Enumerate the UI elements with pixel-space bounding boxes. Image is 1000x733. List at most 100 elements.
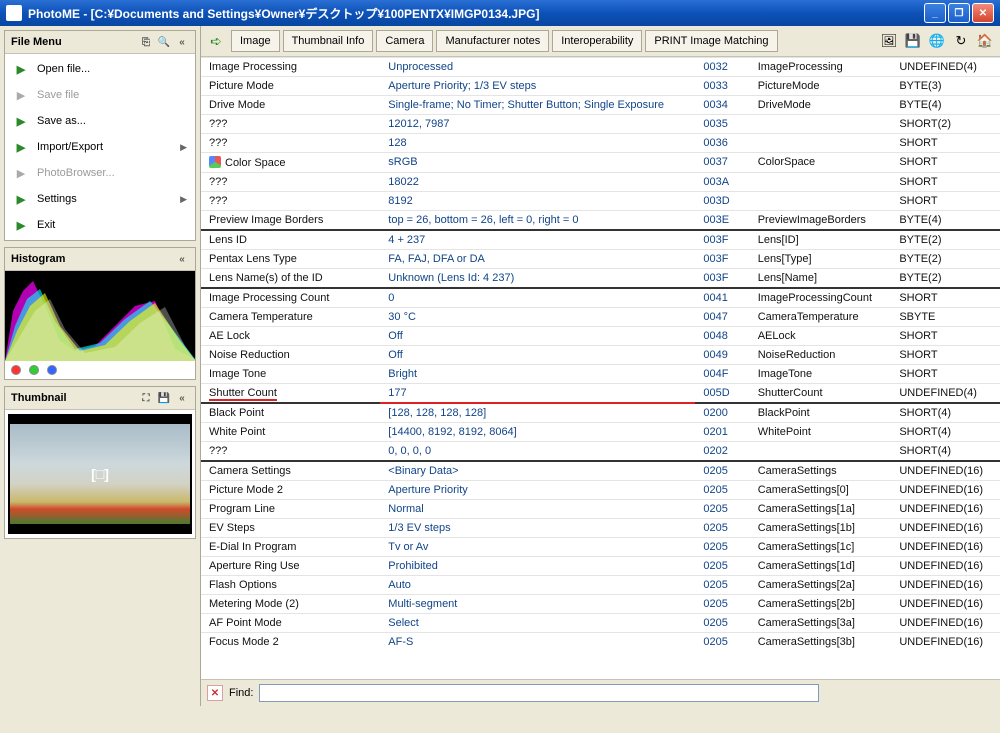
menu-item-open-file[interactable]: ▶Open file... — [5, 56, 195, 82]
row-ifd: CameraTemperature — [750, 308, 892, 327]
blue-channel-dot[interactable] — [47, 365, 57, 375]
table-row[interactable]: Image ProcessingUnprocessed0032ImageProc… — [201, 58, 1000, 77]
table-row[interactable]: Aperture Ring UseProhibited0205CameraSet… — [201, 557, 1000, 576]
row-value: 18022 — [380, 173, 695, 192]
table-row[interactable]: Lens Name(s) of the IDUnknown (Lens Id: … — [201, 269, 1000, 289]
table-row[interactable]: Picture ModeAperture Priority; 1/3 EV st… — [201, 77, 1000, 96]
table-row[interactable]: Noise ReductionOff0049NoiseReductionSHOR… — [201, 346, 1000, 365]
file-menu-title: File Menu — [11, 36, 62, 48]
row-name: Flash Options — [209, 579, 277, 591]
menu-item-import-export[interactable]: ▶Import/Export▶ — [5, 134, 195, 160]
row-value: Unknown (Lens Id: 4 237) — [380, 269, 695, 289]
close-button[interactable]: ✕ — [972, 3, 994, 23]
table-row[interactable]: Image Processing Count00041ImageProcessi… — [201, 288, 1000, 308]
menu-item-label: PhotoBrowser... — [37, 167, 115, 179]
tab-thumbnail-info[interactable]: Thumbnail Info — [283, 30, 374, 52]
row-value: Off — [380, 346, 695, 365]
row-ifd: CameraSettings[0] — [750, 481, 892, 500]
green-channel-dot[interactable] — [29, 365, 39, 375]
row-ifd: PreviewImageBorders — [750, 211, 892, 231]
submenu-arrow-icon: ▶ — [180, 142, 187, 153]
row-name: Image Processing Count — [209, 292, 329, 304]
save-thumb-icon[interactable]: 💾 — [157, 391, 171, 405]
collapse-icon[interactable]: « — [175, 252, 189, 266]
thumbnail-image[interactable]: [□] — [8, 414, 192, 534]
table-row[interactable]: Black Point[128, 128, 128, 128]0200Black… — [201, 403, 1000, 423]
row-name: Picture Mode 2 — [209, 484, 283, 496]
search-icon[interactable]: 🔍 — [157, 35, 171, 49]
row-name: Aperture Ring Use — [209, 560, 300, 572]
table-row[interactable]: E-Dial In ProgramTv or Av0205CameraSetti… — [201, 538, 1000, 557]
menu-item-save-as[interactable]: ▶Save as... — [5, 108, 195, 134]
row-value: Single-frame; No Timer; Shutter Button; … — [380, 96, 695, 115]
row-tag: 0032 — [695, 58, 749, 77]
table-row[interactable]: Camera Temperature30 °C0047CameraTempera… — [201, 308, 1000, 327]
table-row[interactable]: EV Steps1/3 EV steps0205CameraSettings[1… — [201, 519, 1000, 538]
table-row[interactable]: Picture Mode 2Aperture Priority0205Camer… — [201, 481, 1000, 500]
close-findbar-button[interactable]: ✕ — [207, 685, 223, 701]
row-tag: 0205 — [695, 519, 749, 538]
menu-item-exit[interactable]: ▶Exit — [5, 212, 195, 238]
row-tag: 0048 — [695, 327, 749, 346]
table-row[interactable]: Metering Mode (2)Multi-segment0205Camera… — [201, 595, 1000, 614]
table-row[interactable]: AE LockOff0048AELockSHORT — [201, 327, 1000, 346]
row-name: Noise Reduction — [209, 349, 290, 361]
row-type: UNDEFINED(16) — [891, 633, 1000, 652]
row-ifd: ColorSpace — [750, 153, 892, 173]
red-channel-dot[interactable] — [11, 365, 21, 375]
row-ifd — [750, 442, 892, 462]
home-icon[interactable]: 🏠 — [976, 32, 994, 50]
menu-item-settings[interactable]: ▶Settings▶ — [5, 186, 195, 212]
row-tag: 0205 — [695, 595, 749, 614]
maximize-button[interactable]: ❐ — [948, 3, 970, 23]
tab-manufacturer-notes[interactable]: Manufacturer notes — [436, 30, 549, 52]
table-row[interactable]: Pentax Lens TypeFA, FAJ, DFA or DA003FLe… — [201, 250, 1000, 269]
table-row[interactable]: Lens ID4 + 237003FLens[ID]BYTE(2) — [201, 230, 1000, 250]
tab-print-image-matching[interactable]: PRINT Image Matching — [645, 30, 777, 52]
minimize-button[interactable]: _ — [924, 3, 946, 23]
table-row[interactable]: Camera Settings<Binary Data>0205CameraSe… — [201, 461, 1000, 481]
row-tag: 0205 — [695, 481, 749, 500]
table-row[interactable]: ???0, 0, 0, 00202SHORT(4) — [201, 442, 1000, 462]
collapse-icon[interactable]: « — [175, 35, 189, 49]
tab-camera[interactable]: Camera — [376, 30, 433, 52]
row-value: Aperture Priority; 1/3 EV steps — [380, 77, 695, 96]
tab-toolbar: ➪ ImageThumbnail InfoCameraManufacturer … — [201, 26, 1000, 57]
save-icon[interactable]: 💾 — [904, 32, 922, 50]
row-name: ??? — [209, 176, 227, 188]
table-row[interactable]: AF Point ModeSelect0205CameraSettings[3a… — [201, 614, 1000, 633]
collapse-icon[interactable]: « — [175, 391, 189, 405]
table-row[interactable]: Focus Mode 2AF-S0205CameraSettings[3b]UN… — [201, 633, 1000, 652]
row-name: Black Point — [209, 407, 264, 419]
table-row[interactable]: Flash OptionsAuto0205CameraSettings[2a]U… — [201, 576, 1000, 595]
exif-table: Image ProcessingUnprocessed0032ImageProc… — [201, 57, 1000, 651]
table-row[interactable]: Program LineNormal0205CameraSettings[1a]… — [201, 500, 1000, 519]
exif-table-scroll[interactable]: Image ProcessingUnprocessed0032ImageProc… — [201, 57, 1000, 679]
table-row[interactable]: White Point[14400, 8192, 8192, 8064]0201… — [201, 423, 1000, 442]
row-name: Focus Mode 2 — [209, 636, 279, 648]
globe-icon[interactable]: 🌐 — [928, 32, 946, 50]
table-row[interactable]: Shutter Count177005DShutterCountUNDEFINE… — [201, 384, 1000, 404]
table-row[interactable]: ???18022003ASHORT — [201, 173, 1000, 192]
copy-icon[interactable]: ⎘ — [139, 35, 153, 49]
expand-icon[interactable]: ⛶ — [139, 391, 153, 405]
table-row[interactable]: Color SpacesRGB0037ColorSpaceSHORT — [201, 153, 1000, 173]
table-row[interactable]: Preview Image Borderstop = 26, bottom = … — [201, 211, 1000, 231]
refresh-icon[interactable]: ↻ — [952, 32, 970, 50]
table-row[interactable]: Image ToneBright004FImageToneSHORT — [201, 365, 1000, 384]
table-row[interactable]: ???12012, 79870035SHORT(2) — [201, 115, 1000, 134]
arrow-right-icon: ▶ — [13, 113, 29, 129]
nav-next-icon[interactable]: ➪ — [207, 32, 225, 50]
tab-interoperability[interactable]: Interoperability — [552, 30, 642, 52]
row-ifd — [750, 192, 892, 211]
tab-image[interactable]: Image — [231, 30, 280, 52]
table-row[interactable]: ???1280036SHORT — [201, 134, 1000, 153]
table-row[interactable]: ???8192003DSHORT — [201, 192, 1000, 211]
row-value: [128, 128, 128, 128] — [380, 403, 695, 423]
table-row[interactable]: Drive ModeSingle-frame; No Timer; Shutte… — [201, 96, 1000, 115]
row-ifd: CameraSettings[1b] — [750, 519, 892, 538]
find-input[interactable] — [259, 684, 819, 702]
picture-icon[interactable]: 🖼 — [880, 32, 898, 50]
row-value: 12012, 7987 — [380, 115, 695, 134]
row-type: UNDEFINED(16) — [891, 576, 1000, 595]
